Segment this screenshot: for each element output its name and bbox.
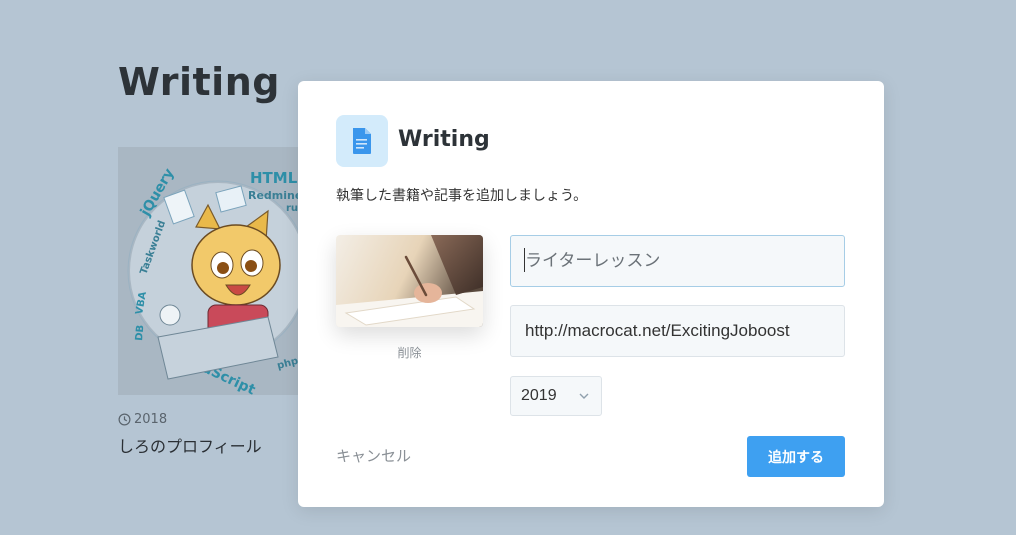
- label-php: php: [276, 356, 300, 372]
- year-select-value: 2019: [521, 387, 557, 404]
- card-image[interactable]: HTML Redmine jQuery Taskworld VBA DB Jav…: [118, 147, 318, 395]
- text-caret: [524, 248, 525, 272]
- title-input[interactable]: [510, 235, 845, 287]
- cancel-button[interactable]: キャンセル: [336, 445, 411, 466]
- card-title[interactable]: しろのプロフィール: [118, 433, 262, 457]
- url-input[interactable]: [510, 305, 845, 357]
- label-db: DB: [134, 324, 146, 341]
- cat-illustration: HTML Redmine jQuery Taskworld VBA DB Jav…: [127, 166, 312, 395]
- clock-icon: [118, 413, 131, 426]
- chevron-down-icon: [579, 393, 589, 399]
- add-writing-modal: Writing 執筆した書籍や記事を追加しましょう。 削除 ライターレッスン h…: [298, 81, 884, 507]
- cover-thumbnail[interactable]: [336, 235, 483, 327]
- year-select[interactable]: 2019: [510, 376, 602, 416]
- card-year-text: 2018: [134, 412, 168, 427]
- document-icon-badge: [336, 115, 388, 167]
- label-html: HTML: [250, 169, 298, 187]
- add-button[interactable]: 追加する: [747, 436, 845, 477]
- delete-image-link[interactable]: 削除: [336, 344, 483, 361]
- document-icon: [353, 128, 371, 154]
- label-redmine: Redmine: [248, 189, 302, 202]
- page-title: Writing: [118, 60, 280, 104]
- writing-photo: [336, 235, 483, 327]
- modal-description: 執筆した書籍や記事を追加しましょう。: [336, 188, 588, 204]
- modal-title: Writing: [398, 127, 490, 152]
- card-year: 2018: [118, 412, 167, 427]
